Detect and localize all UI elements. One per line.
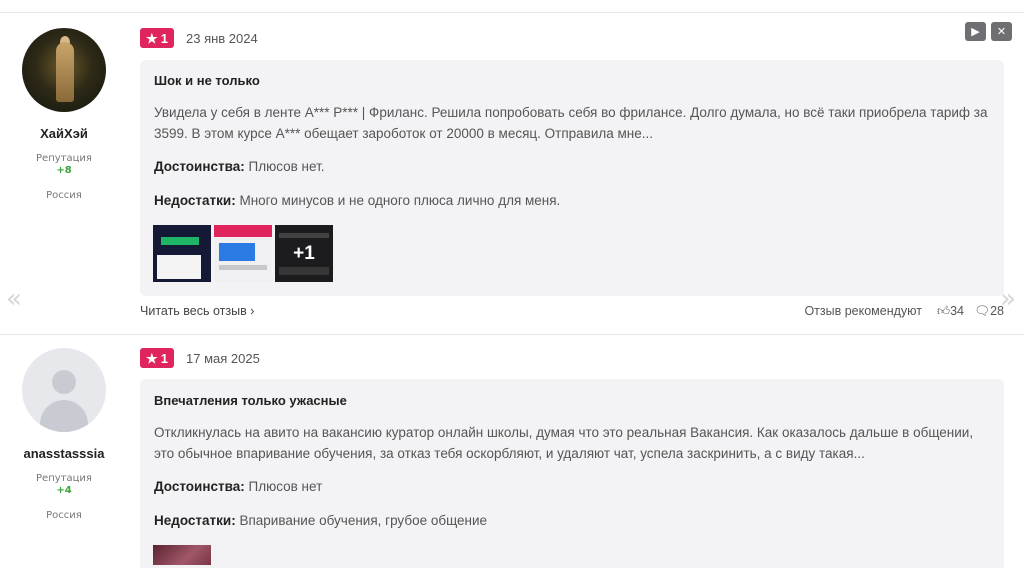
review-card: Шок и не только Увидела у себя в ленте А… [140,60,1004,296]
read-more-link[interactable]: Читать весь отзыв › [140,304,254,318]
reputation-label: Репутация [36,473,92,484]
review-cons: Недостатки: Впаривание обучения, грубое … [154,513,487,528]
rating-value: 1 [160,30,168,46]
review-meta: ★ 1 17 мая 2025 [140,348,260,368]
review-title[interactable]: Впечатления только ужасные [154,393,347,408]
cons-label: Недостатки: [154,513,236,528]
cons-text: Много минусов и не одного плюса лично дл… [239,193,561,208]
review-card: Впечатления только ужасные Откликнулась … [140,379,1004,568]
rating-value: 1 [160,350,168,366]
review-text: Увидела у себя в ленте А*** Р*** | Фрила… [154,105,988,141]
thumbs-up-icon: 👍︎ [937,304,951,318]
pros-label: Достоинства: [154,159,245,174]
photo-thumbnail[interactable] [153,545,211,565]
review-pros: Достоинства: Плюсов нет. [154,159,325,174]
comments-count[interactable]: 🗨︎28 [974,304,1004,319]
author-country: Россия [46,190,82,201]
review-footer: Читать весь отзыв › Отзыв рекомендуют 👍︎… [140,304,1004,322]
pros-label: Достоинства: [154,479,245,494]
star-icon: ★ [146,350,158,366]
avatar[interactable] [22,348,106,432]
recommend-label: Отзыв рекомендуют [804,304,922,318]
username[interactable]: ХайХэй [8,126,120,141]
pros-text: Плюсов нет [248,479,323,494]
star-icon: ★ [146,30,158,46]
pros-text: Плюсов нет. [248,159,325,174]
review-photos: +1 [153,225,333,282]
photo-thumbnail[interactable] [214,225,272,282]
play-icon[interactable]: ▶ [965,22,986,41]
comment-icon: 🗨︎ [974,304,991,318]
rating-badge: ★ 1 [140,348,174,368]
review-author: ХайХэй Репутация +8 Россия [8,28,120,201]
close-icon[interactable]: ✕ [991,22,1012,41]
cons-label: Недостатки: [154,193,236,208]
top-divider [0,12,1024,13]
review-date: 17 мая 2025 [186,350,260,366]
username[interactable]: anasstasssia [8,446,120,461]
review-title[interactable]: Шок и не только [154,73,260,88]
review-item: anasstasssia Репутация +4 Россия ★ 1 17 … [0,334,1024,568]
cons-text: Впаривание обучения, грубое общение [239,513,488,528]
review-photos [153,545,211,565]
author-country: Россия [46,510,82,521]
likes-count[interactable]: 👍︎34 [937,304,964,319]
review-cons: Недостатки: Много минусов и не одного пл… [154,193,560,208]
review-item: ХайХэй Репутация +8 Россия ★ 1 23 янв 20… [0,14,1024,334]
review-date: 23 янв 2024 [186,30,258,46]
review-tools: ▶ ✕ [965,22,1012,41]
reputation-value: +4 [56,485,72,496]
review-meta: ★ 1 23 янв 2024 [140,28,258,48]
rating-badge: ★ 1 [140,28,174,48]
more-photos-count[interactable]: +1 [275,225,333,282]
avatar[interactable] [22,28,106,112]
reputation-label: Репутация [36,153,92,164]
reputation-value: +8 [56,165,72,176]
review-pros: Достоинства: Плюсов нет [154,479,322,494]
photo-thumbnail[interactable] [153,225,211,282]
review-text: Откликнулась на авито на вакансию курато… [154,425,974,461]
photo-thumbnail[interactable]: +1 [275,225,333,282]
review-author: anasstasssia Репутация +4 Россия [8,348,120,521]
